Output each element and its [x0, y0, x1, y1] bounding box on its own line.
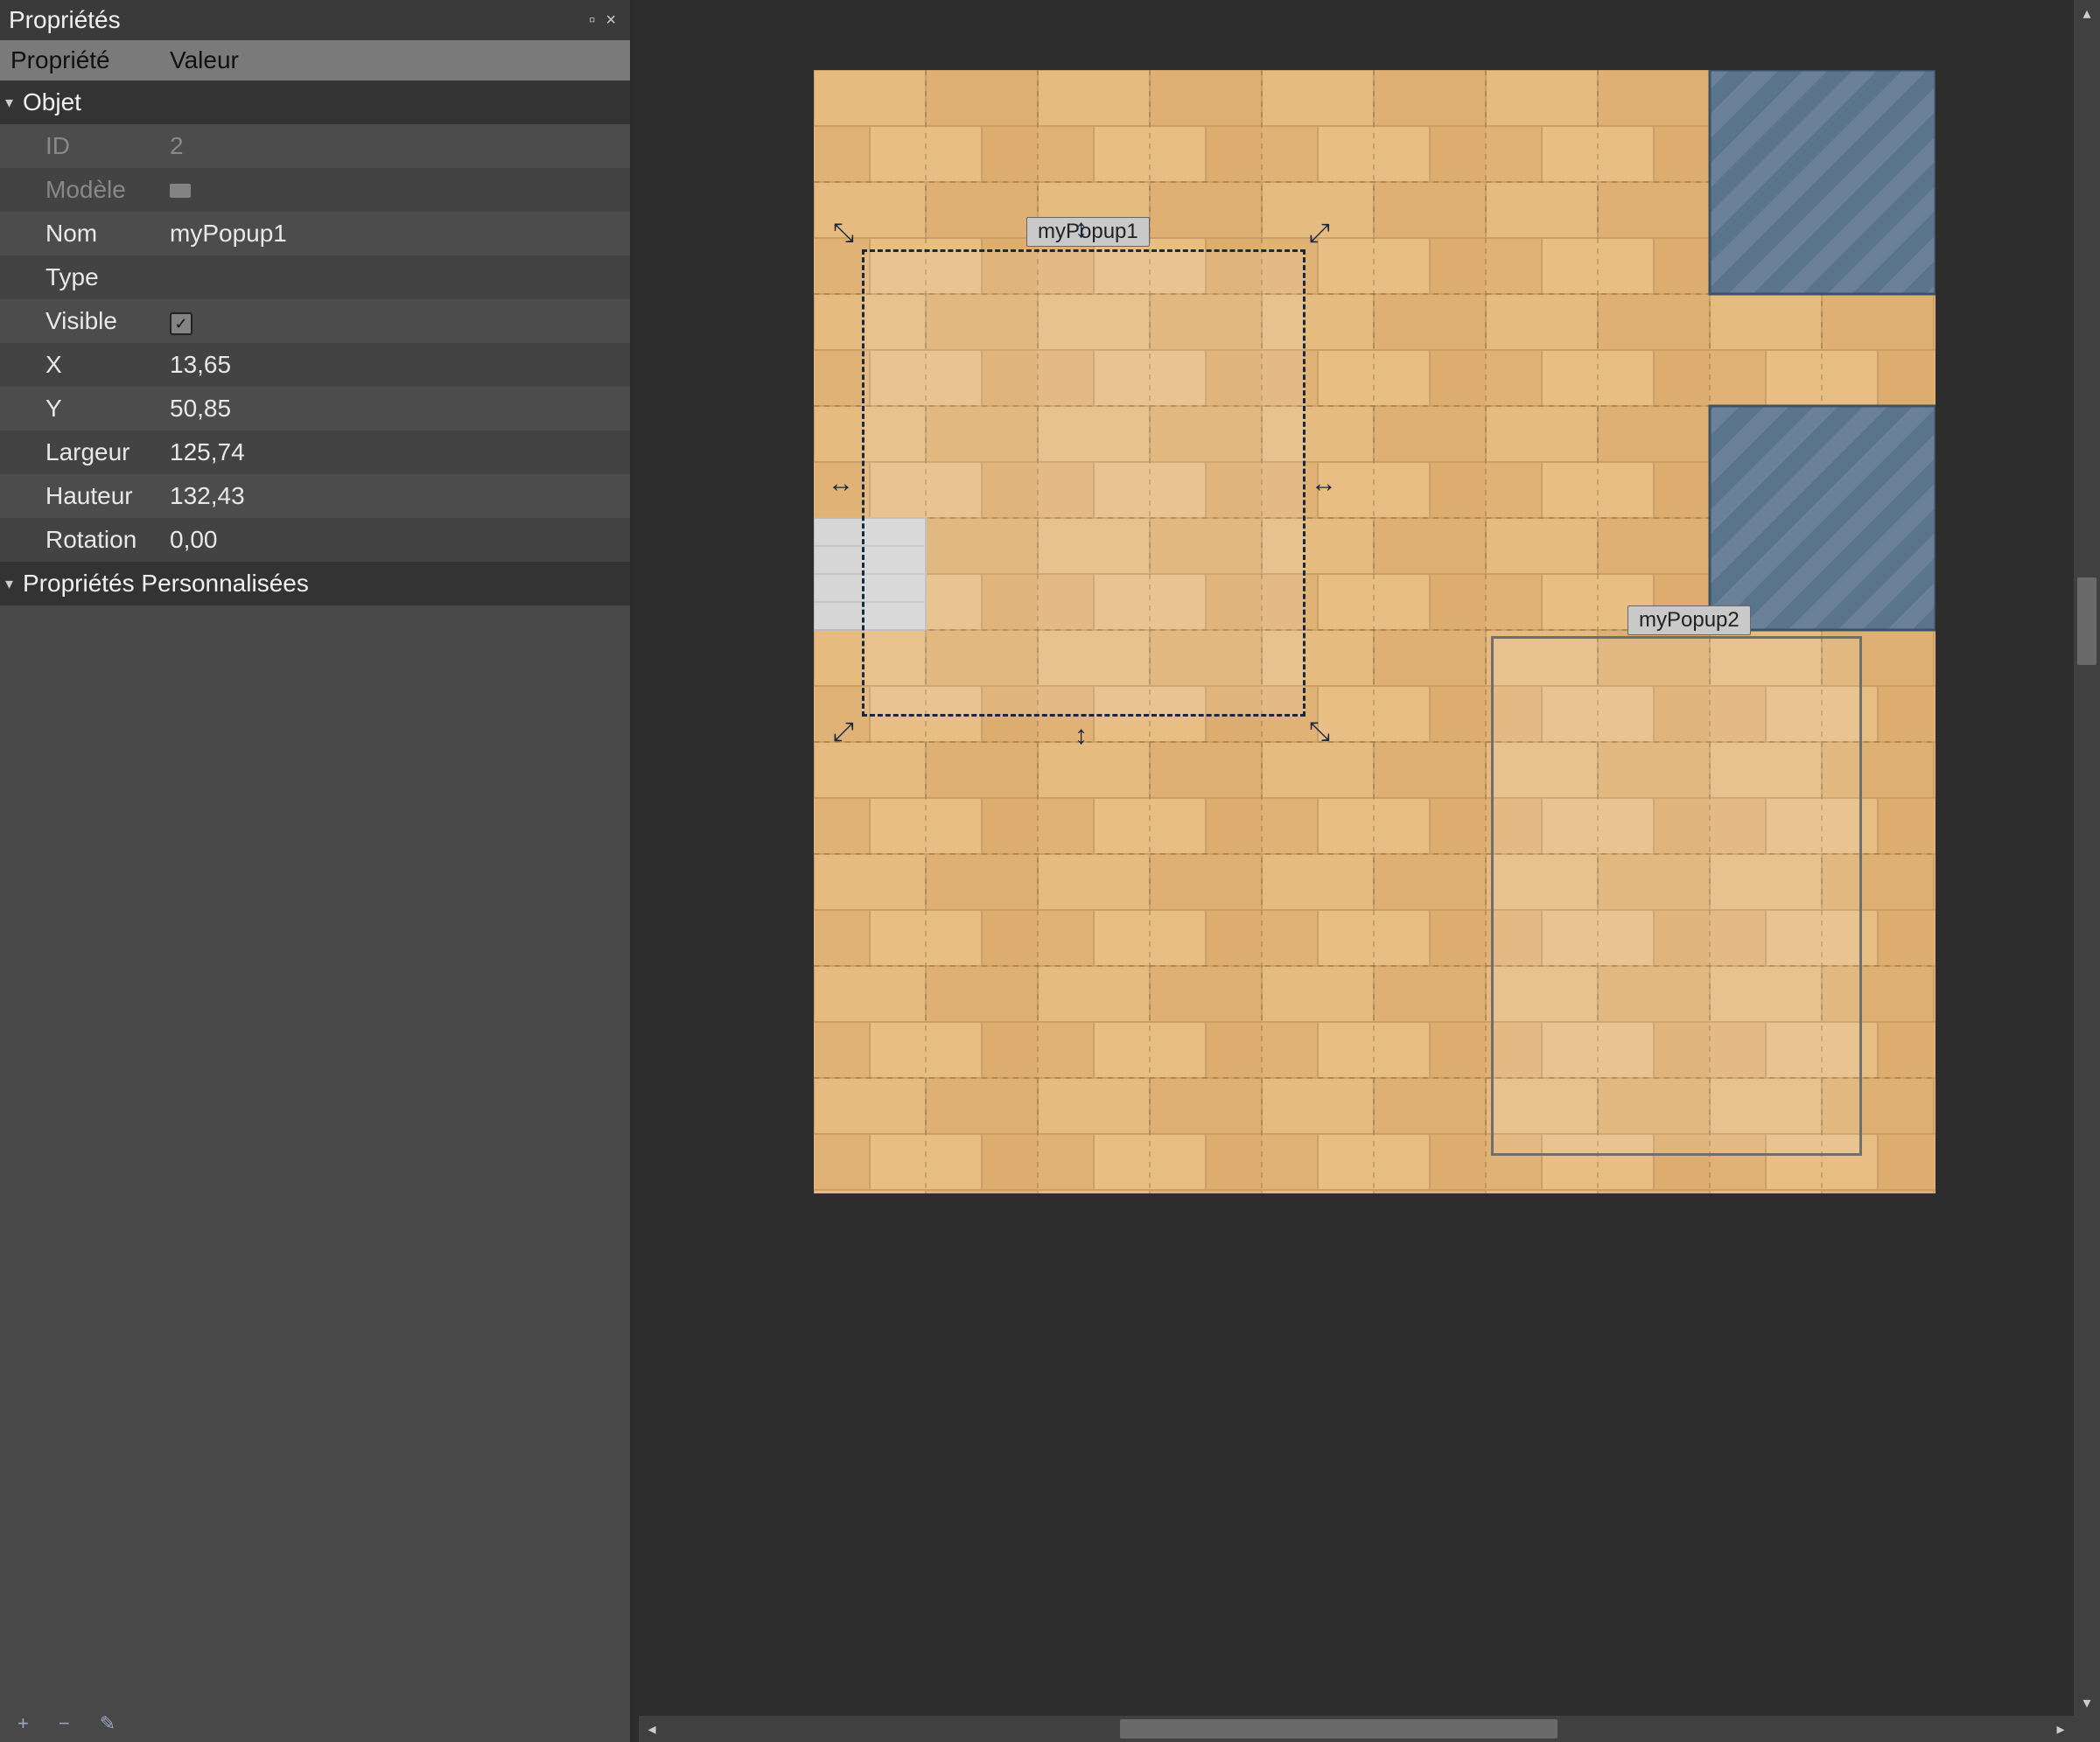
prop-row-height[interactable]: Hauteur 132,43	[0, 474, 630, 518]
tilemap[interactable]: myPopup2 myPopup1 ⤡ ↕ ⤢ ↔ ↔ ⤢ ↕ ⤡	[814, 70, 1936, 1193]
properties-panel: Propriétés ▫ × Propriété Valeur ▾ Objet …	[0, 0, 632, 1742]
prop-name-value[interactable]: myPopup1	[166, 220, 630, 248]
panel-undock-icon[interactable]: ▫	[584, 10, 600, 31]
resize-handle-sw[interactable]: ⤢	[833, 719, 854, 745]
header-property[interactable]: Propriété	[0, 46, 166, 74]
prop-rotation-value[interactable]: 0,00	[166, 526, 630, 554]
horizontal-scrollbar[interactable]: ◂ ▸	[639, 1716, 2074, 1742]
panel-title: Propriétés	[9, 6, 121, 34]
canvas-area: myPopup2 myPopup1 ⤡ ↕ ⤢ ↔ ↔ ⤢ ↕ ⤡ ▴ ▾	[632, 0, 2100, 1742]
resize-handle-w[interactable]: ↔	[828, 471, 854, 497]
scroll-right-icon[interactable]: ▸	[2048, 1716, 2074, 1742]
template-placeholder-icon	[170, 184, 191, 198]
caret-down-icon: ▾	[5, 94, 23, 112]
prop-row-name[interactable]: Nom myPopup1	[0, 212, 630, 255]
prop-row-y[interactable]: Y 50,85	[0, 387, 630, 430]
prop-row-visible[interactable]: Visible ✓	[0, 299, 630, 343]
object-mypopup2[interactable]	[1491, 636, 1862, 1156]
prop-visible-label: Visible	[0, 307, 166, 335]
resize-handle-nw[interactable]: ⤡	[833, 220, 854, 247]
prop-row-width[interactable]: Largeur 125,74	[0, 430, 630, 474]
resize-handle-n[interactable]: ↕	[1074, 216, 1088, 242]
prop-row-x[interactable]: X 13,65	[0, 343, 630, 387]
prop-y-label: Y	[0, 395, 166, 423]
caret-down-icon: ▾	[5, 575, 23, 593]
vertical-scrollbar[interactable]: ▴ ▾	[2074, 0, 2100, 1716]
prop-id-label: ID	[0, 132, 166, 160]
prop-template-value[interactable]	[166, 176, 630, 204]
resize-handle-ne[interactable]: ⤢	[1309, 220, 1330, 247]
hscroll-thumb[interactable]	[1120, 1719, 1558, 1739]
remove-property-button[interactable]: −	[59, 1712, 70, 1735]
resize-handle-e[interactable]: ↔	[1311, 471, 1337, 497]
app-root: Propriétés ▫ × Propriété Valeur ▾ Objet …	[0, 0, 2100, 1742]
panel-close-icon[interactable]: ×	[600, 10, 621, 31]
prop-x-label: X	[0, 351, 166, 379]
scroll-corner	[2074, 1716, 2100, 1742]
prop-name-label: Nom	[0, 220, 166, 248]
vscroll-thumb[interactable]	[2077, 577, 2096, 665]
header-value[interactable]: Valeur	[166, 46, 630, 74]
prop-id-value: 2	[166, 132, 630, 160]
section-custom-label: Propriétés Personnalisées	[23, 570, 309, 598]
section-object[interactable]: ▾ Objet	[0, 80, 630, 124]
scroll-down-icon[interactable]: ▾	[2074, 1690, 2100, 1716]
vscroll-track[interactable]	[2074, 26, 2100, 1690]
prop-width-value[interactable]: 125,74	[166, 438, 630, 466]
prop-x-value[interactable]: 13,65	[166, 351, 630, 379]
edit-property-button[interactable]: ✎	[100, 1712, 116, 1735]
prop-row-type[interactable]: Type	[0, 255, 630, 299]
prop-visible-value[interactable]: ✓	[166, 307, 630, 336]
map-viewport[interactable]: myPopup2 myPopup1 ⤡ ↕ ⤢ ↔ ↔ ⤢ ↕ ⤡	[639, 0, 2074, 1716]
scroll-left-icon[interactable]: ◂	[639, 1716, 665, 1742]
properties-header: Propriété Valeur	[0, 40, 630, 80]
resize-handle-s[interactable]: ↕	[1074, 723, 1088, 749]
prop-width-label: Largeur	[0, 438, 166, 466]
scroll-up-icon[interactable]: ▴	[2074, 0, 2100, 26]
hscroll-track[interactable]	[665, 1716, 2048, 1742]
prop-y-value[interactable]: 50,85	[166, 395, 630, 423]
prop-height-value[interactable]: 132,43	[166, 482, 630, 510]
prop-template-label: Modèle	[0, 176, 166, 204]
prop-row-rotation[interactable]: Rotation 0,00	[0, 518, 630, 562]
resize-handle-se[interactable]: ⤡	[1309, 719, 1330, 745]
object-label-mypopup2[interactable]: myPopup2	[1628, 605, 1751, 635]
section-object-label: Objet	[23, 88, 81, 116]
visible-checkbox[interactable]: ✓	[170, 312, 192, 335]
panel-footer: + − ✎	[0, 1705, 630, 1742]
prop-row-template[interactable]: Modèle	[0, 168, 630, 212]
prop-row-id[interactable]: ID 2	[0, 124, 630, 168]
section-custom-props[interactable]: ▾ Propriétés Personnalisées	[0, 562, 630, 605]
add-property-button[interactable]: +	[18, 1712, 29, 1735]
panel-titlebar[interactable]: Propriétés ▫ ×	[0, 0, 630, 40]
prop-height-label: Hauteur	[0, 482, 166, 510]
prop-rotation-label: Rotation	[0, 526, 166, 554]
prop-type-label: Type	[0, 263, 166, 291]
object-label-mypopup1[interactable]: myPopup1	[1026, 217, 1150, 247]
